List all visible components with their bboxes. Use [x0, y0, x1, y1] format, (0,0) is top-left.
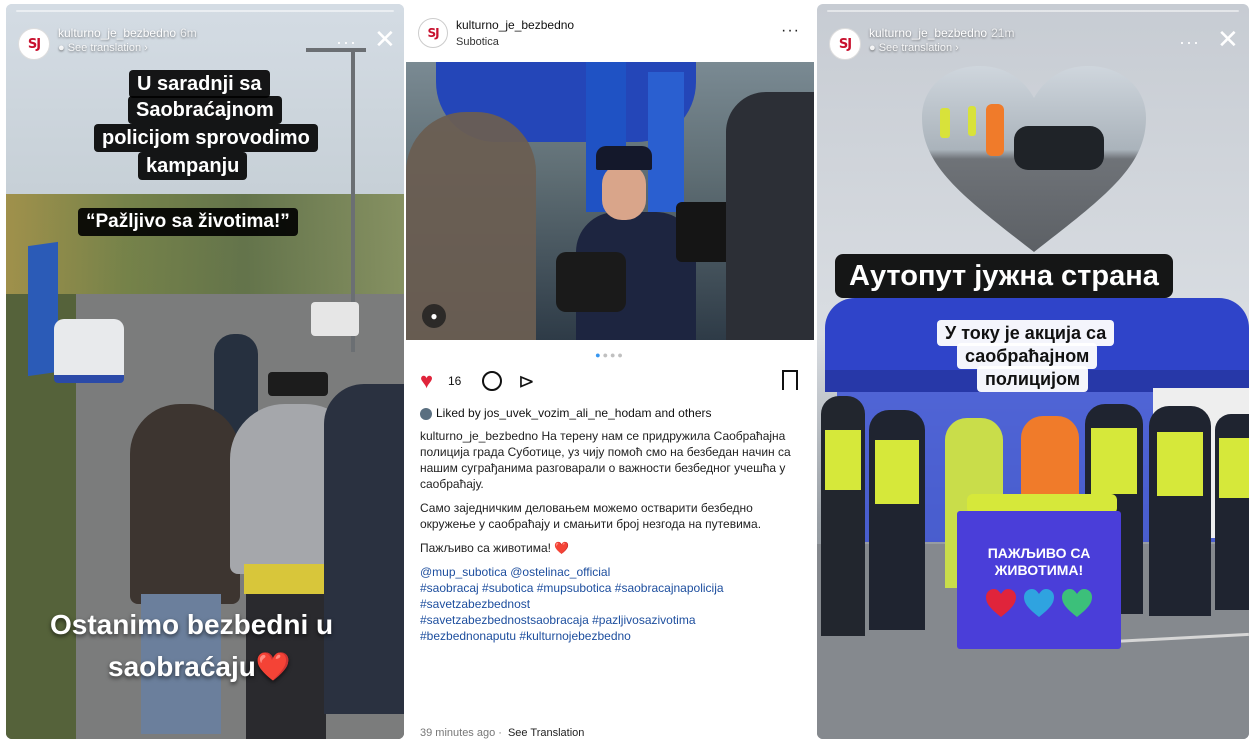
story-time: 21m [991, 26, 1015, 40]
person-orange [1021, 416, 1079, 506]
more-options-icon[interactable]: ··· [336, 32, 357, 53]
close-icon[interactable]: ✕ [1217, 26, 1239, 52]
hashtags-2[interactable]: #savetzabezbednost [420, 596, 802, 612]
post-panel: SЈ kulturno_je_bezbedno Subotica ··· ● ●… [406, 4, 814, 739]
see-translation-link[interactable]: See Translation [508, 727, 584, 739]
bottom-caption-1: Ostanimo bezbedni u [50, 609, 334, 640]
story-panel-1: SЈ kulturno_je_bezbedno 6m ● See translat… [6, 4, 404, 739]
post-location[interactable]: Subotica [456, 36, 499, 48]
sub-caption-3: полицијом [977, 366, 1089, 392]
green-heart-icon [1062, 589, 1092, 617]
blue-heart-icon [1024, 589, 1054, 617]
person-vest-2 [869, 410, 925, 630]
police-car [54, 319, 124, 383]
person-right-cameraman [324, 384, 404, 714]
hashtags-3[interactable]: #savetzabezbednostsaobracaja #pazljivosa… [420, 612, 802, 628]
logo-icon: SЈ [27, 36, 41, 52]
translate-icon: ● [869, 42, 879, 54]
chevron-right-icon: › [952, 42, 959, 54]
story-progress-bar [827, 10, 1239, 12]
caption-paragraph-3: Пажљиво са животима! ❤️ [420, 541, 570, 555]
story-username[interactable]: kulturno_je_bezbedno [869, 26, 987, 40]
post-footer: 39 minutes ago · See Translation [420, 727, 585, 739]
post-photo[interactable]: ● [406, 62, 814, 340]
more-options-icon[interactable]: ··· [1179, 32, 1200, 53]
bottom-caption-2: saobraćaju❤️ [108, 651, 291, 682]
microphones [556, 252, 626, 312]
see-translation-link[interactable]: ● See translation › [869, 42, 959, 54]
officer-face [602, 164, 646, 220]
heart-photo-frame [922, 66, 1146, 252]
post-time-ago: 39 minutes ago [420, 727, 496, 739]
tag-people-icon[interactable]: ● [422, 304, 446, 328]
translate-icon: ● [58, 42, 68, 54]
carousel-dots: ●●●● [595, 350, 625, 360]
story-header: SЈ kulturno_je_bezbedno 21m ● See transla… [817, 4, 1249, 64]
post-actions: ♥ 16 ⊳ [420, 368, 800, 396]
heart-icon[interactable]: ♥ [420, 368, 433, 394]
caption-username[interactable]: kulturno_je_bezbedno [420, 429, 538, 443]
bookmark-icon[interactable] [782, 370, 798, 390]
comment-icon[interactable] [482, 371, 502, 391]
close-icon[interactable]: ✕ [374, 26, 396, 52]
post-header: SЈ kulturno_je_bezbedno Subotica ··· [406, 4, 814, 60]
post-username[interactable]: kulturno_je_bezbedno [456, 18, 574, 32]
heart-shape [922, 66, 1146, 252]
hashtags-4[interactable]: #bezbednonaputu #kulturnojebezbedno [420, 628, 802, 644]
share-icon[interactable]: ⊳ [518, 369, 535, 394]
caption-line-2: Saobraćajnom [128, 96, 282, 124]
right-person-blur [726, 92, 814, 340]
likes-count: 16 [448, 374, 462, 388]
person-vest-5 [1215, 414, 1249, 610]
hashtags-1[interactable]: #saobracaj #subotica #mupsubotica #saobr… [420, 580, 802, 596]
person-vest-1 [821, 396, 865, 636]
person-vest-4 [1149, 406, 1211, 616]
logo-icon: SЈ [838, 36, 852, 52]
red-heart-icon [986, 589, 1016, 617]
profile-avatar[interactable]: SЈ [18, 28, 50, 60]
mentions[interactable]: @mup_subotica @ostelinac_official [420, 564, 802, 580]
liked-by-avatar-icon [420, 407, 432, 420]
caption-line-4: kampanju [138, 152, 248, 180]
person-dark-jacket [130, 404, 240, 604]
caption-line-1: U saradnji sa [129, 70, 270, 98]
slogan-caption: “Pažljivo sa životima!” [78, 208, 298, 236]
table-text-line-1: ПАЖЉИВО СА [987, 545, 1091, 561]
chevron-right-icon: › [141, 42, 148, 54]
post-caption: kulturno_je_bezbedno На терену нам се пр… [420, 428, 802, 644]
white-van [311, 302, 359, 336]
logo-icon: SЈ [427, 26, 439, 40]
story-time: 6m [180, 26, 197, 40]
story-panel-3: SЈ kulturno_je_bezbedno 21m ● See transla… [817, 4, 1249, 739]
see-translation-link[interactable]: ● See translation › [58, 42, 148, 54]
story-username[interactable]: kulturno_je_bezbedno [58, 26, 176, 40]
caption-line-3: policijom sprovodimo [94, 124, 318, 152]
headline-caption: Аутопут јужна страна [835, 254, 1173, 298]
story-progress-bar [16, 10, 394, 12]
table-text-line-2: ЖИВОТИМА! [994, 562, 1084, 578]
banner-flag-2 [648, 72, 684, 212]
profile-avatar[interactable]: SЈ [829, 28, 861, 60]
officer-cap [596, 146, 652, 170]
liked-by-text[interactable]: Liked by jos_uvek_vozim_ali_ne_hodam and… [420, 406, 805, 420]
caption-paragraph-2: Само заједничким деловањем можемо оствар… [420, 501, 762, 531]
more-options-icon[interactable]: ··· [781, 22, 800, 40]
post-avatar[interactable]: SЈ [418, 18, 448, 48]
camera [268, 372, 328, 396]
campaign-table: ПАЖЉИВО СА ЖИВОТИМА! [957, 511, 1121, 649]
story-header: SЈ kulturno_je_bezbedno 6m ● See translat… [6, 4, 404, 64]
